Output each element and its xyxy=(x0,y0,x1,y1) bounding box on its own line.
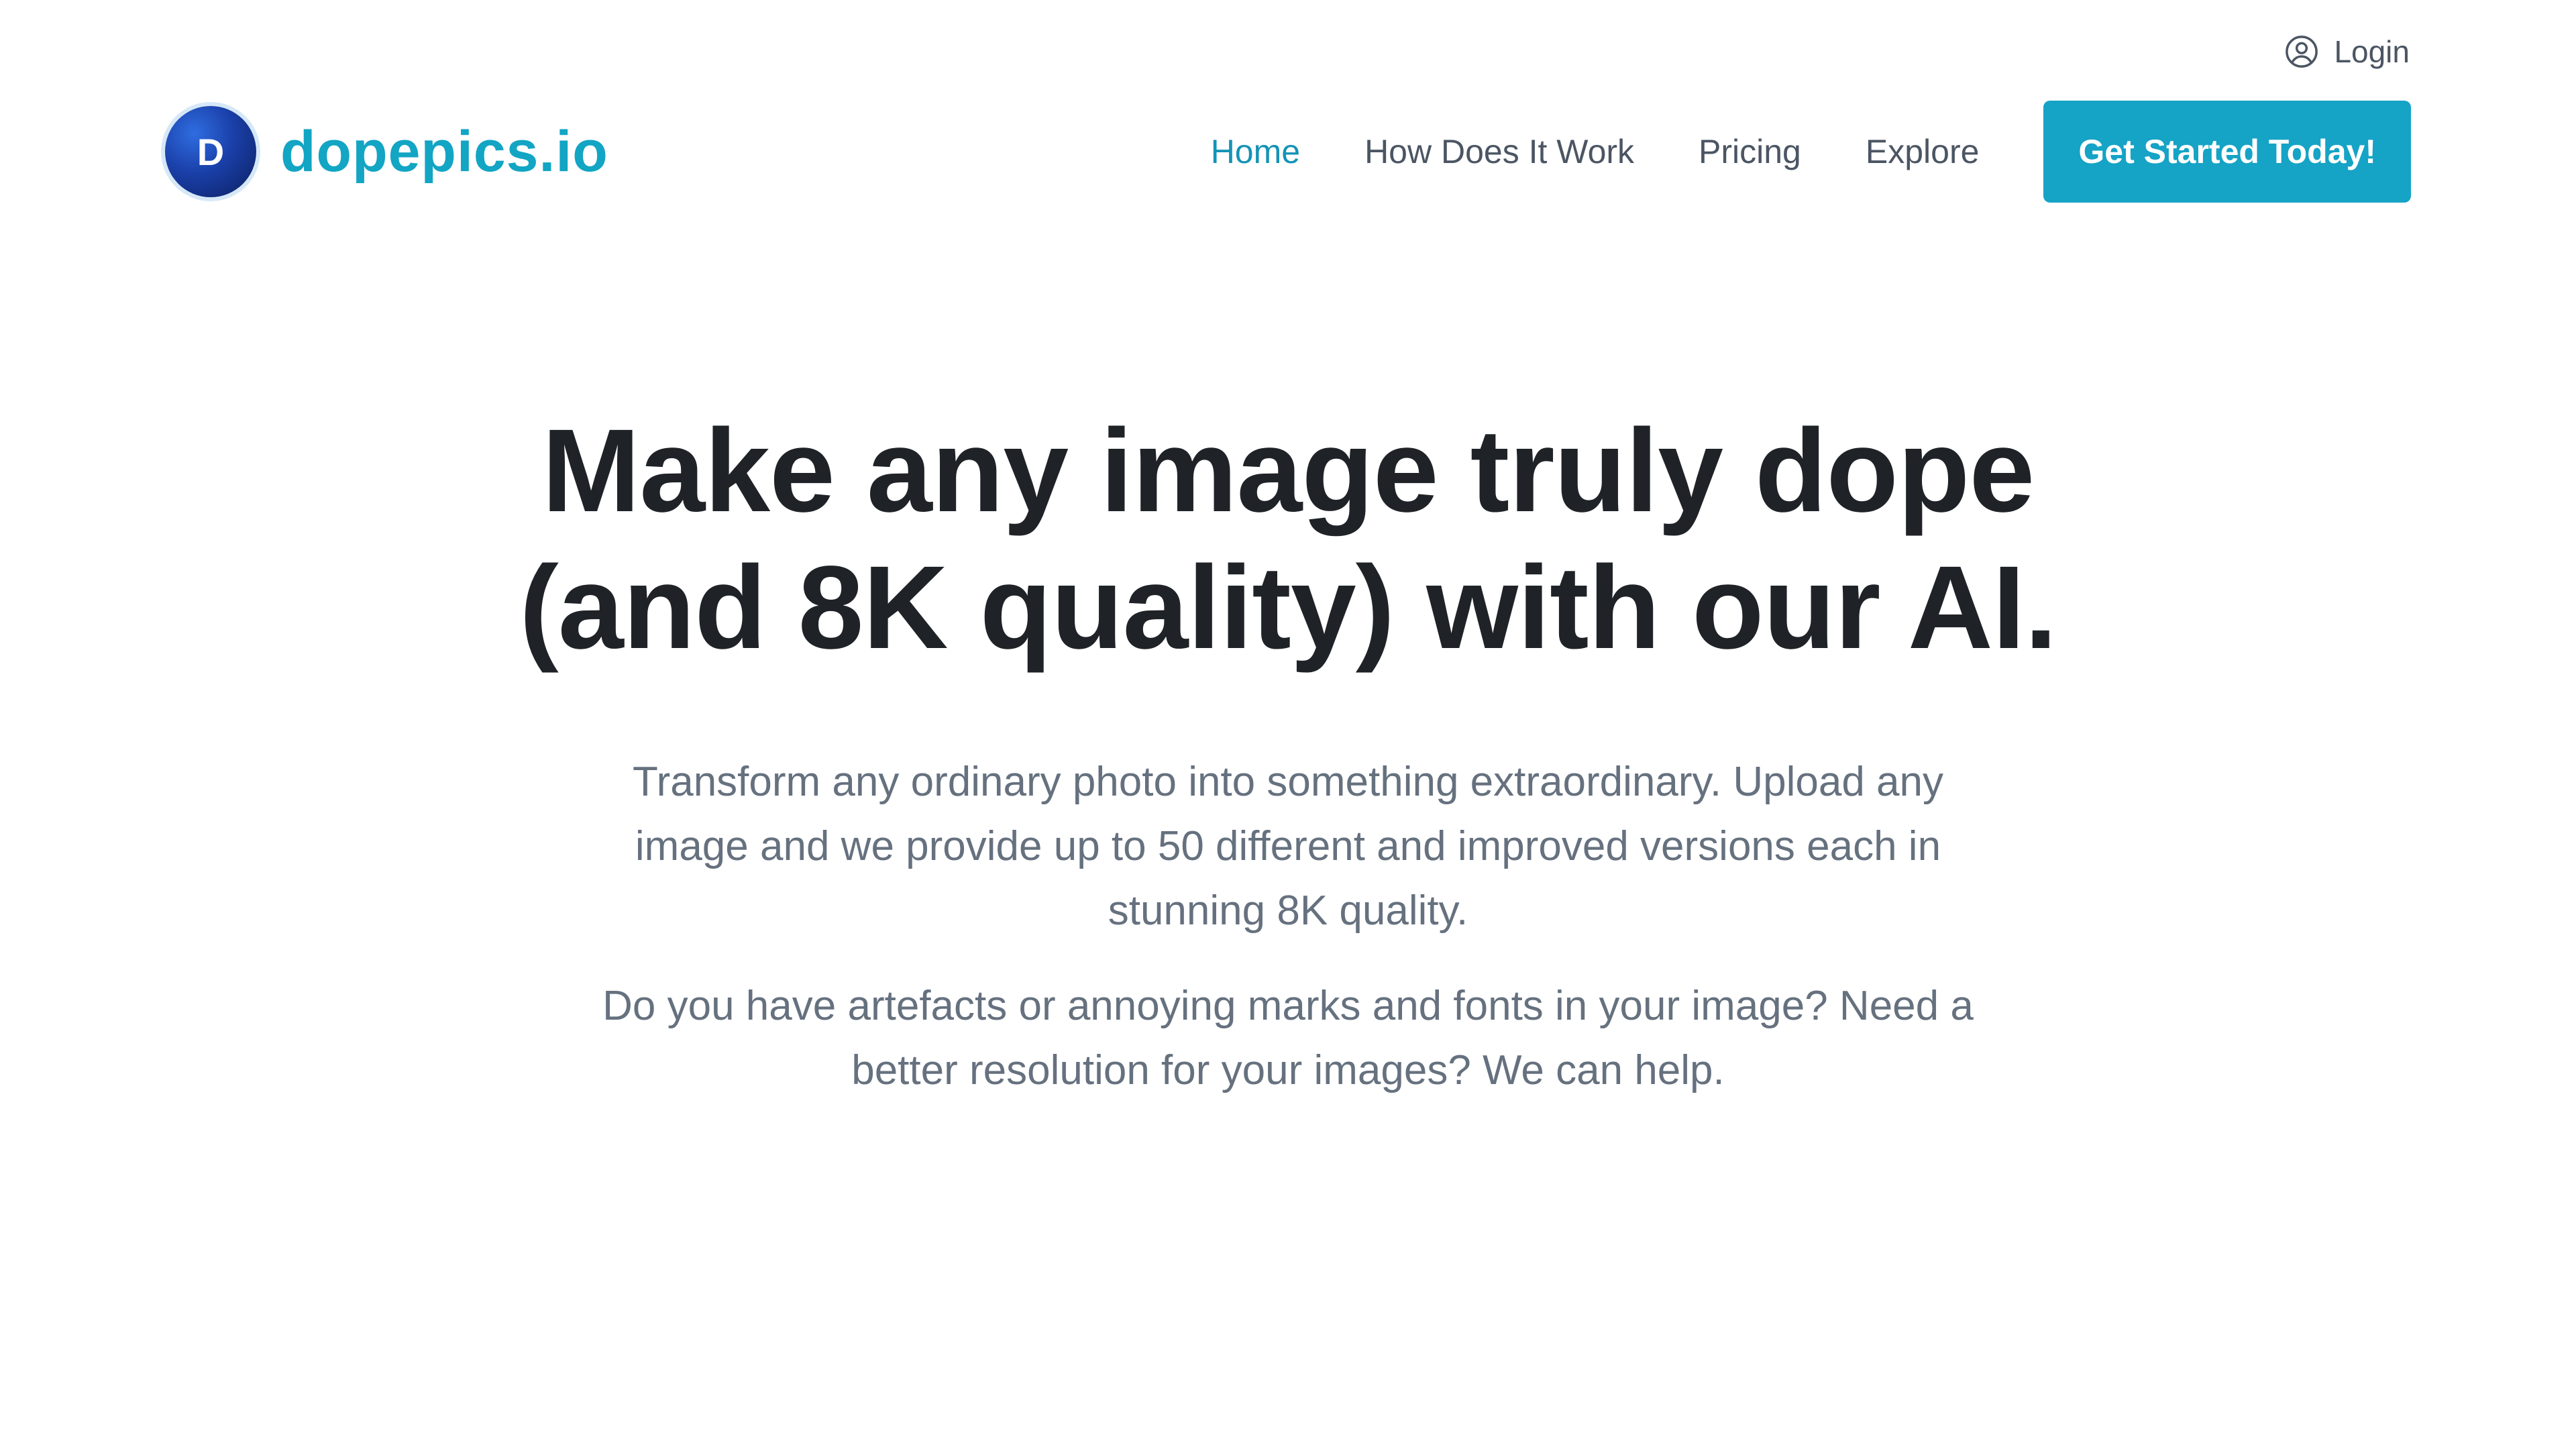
nav-item-pricing[interactable]: Pricing xyxy=(1699,132,1801,171)
brand-name: dopepics.io xyxy=(280,119,608,184)
hero-headline: Make any image truly dope (and 8K qualit… xyxy=(0,402,2576,676)
nav-item-how-does-it-work[interactable]: How Does It Work xyxy=(1364,132,1634,171)
nav-item-explore[interactable]: Explore xyxy=(1866,132,1980,171)
hero-headline-line-2: (and 8K quality) with our AI. xyxy=(519,542,2057,674)
login-label: Login xyxy=(2334,34,2410,69)
get-started-button[interactable]: Get Started Today! xyxy=(2043,101,2411,203)
hero-help-text: Do you have artefacts or annoying marks … xyxy=(602,983,1974,1093)
hero-description: Transform any ordinary photo into someth… xyxy=(633,759,1943,934)
brand-link[interactable]: D dopepics.io xyxy=(165,106,608,197)
main-nav: Home How Does It Work Pricing Explore Ge… xyxy=(1211,101,2411,203)
nav-item-home[interactable]: Home xyxy=(1211,132,1300,171)
hero-section: Make any image truly dope (and 8K qualit… xyxy=(0,402,2576,1103)
user-circle-icon xyxy=(2284,34,2319,69)
brand-logo-icon: D xyxy=(165,106,256,197)
login-link[interactable]: Login xyxy=(2284,34,2410,70)
site-header: D dopepics.io Home How Does It Work Pric… xyxy=(165,101,2411,203)
hero-headline-line-1: Make any image truly dope xyxy=(541,405,2035,537)
page: Login D dopepics.io Home How Does It Wor… xyxy=(0,0,2576,1449)
